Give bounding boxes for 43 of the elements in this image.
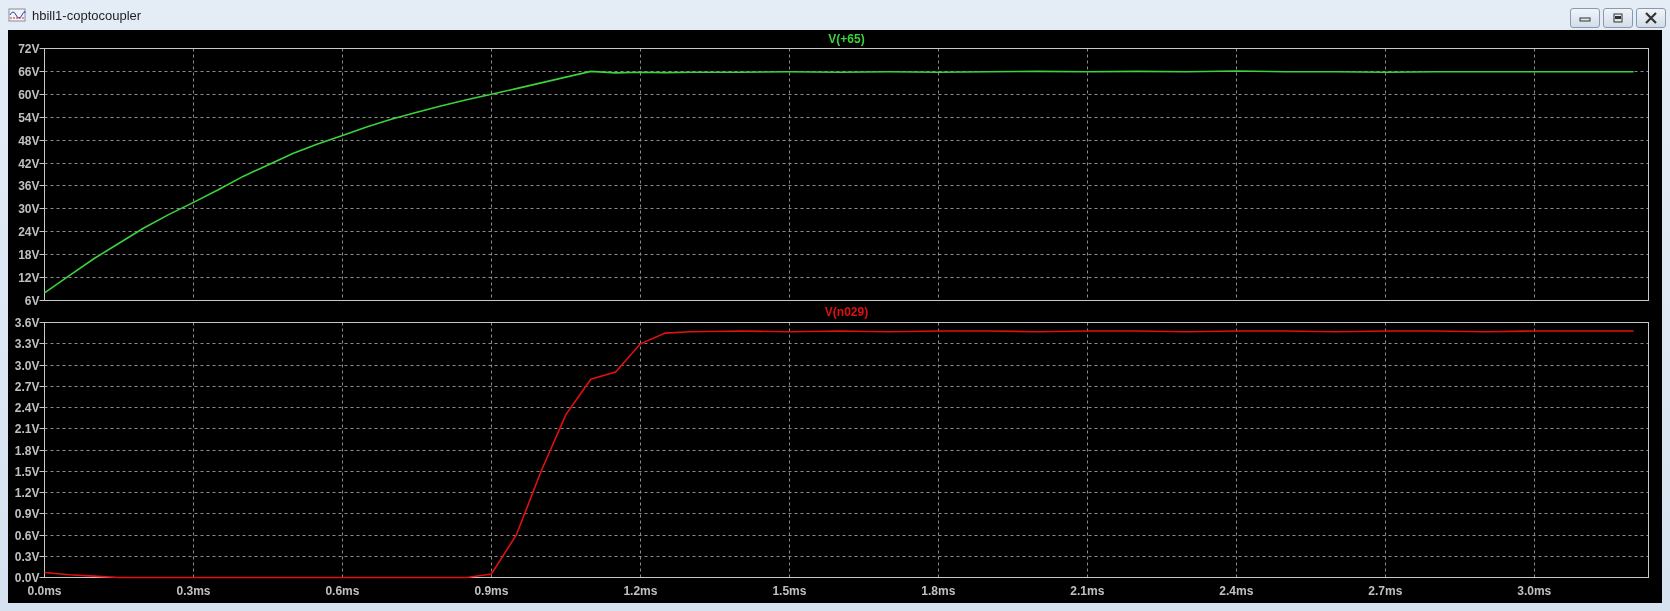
x-tick-label: 1.5ms	[772, 584, 807, 598]
y-tick-label: 30V	[18, 202, 40, 216]
x-tick-label: 1.2ms	[623, 584, 658, 598]
y-tick-label: 2.1V	[14, 422, 40, 436]
trace-label: V(n029)	[824, 306, 869, 319]
x-tick-label: 2.4ms	[1219, 584, 1254, 598]
x-tick-label: 0.0ms	[27, 584, 62, 598]
x-tick-label: 2.1ms	[1070, 584, 1105, 598]
y-tick-label: 48V	[18, 134, 40, 148]
x-tick-label: 1.8ms	[921, 584, 956, 598]
close-icon	[1642, 11, 1660, 25]
y-tick-label: 2.4V	[14, 401, 40, 415]
y-tick-label: 3.6V	[14, 316, 40, 330]
y-tick-label: 0.0V	[14, 571, 40, 585]
x-tick-label: 3.0ms	[1517, 584, 1552, 598]
y-tick-label: 2.7V	[14, 380, 40, 394]
y-tick-label: 42V	[18, 157, 40, 171]
y-tick-label: 6V	[24, 294, 40, 306]
y-tick-label: 54V	[18, 111, 40, 125]
y-tick-label: 36V	[18, 179, 40, 193]
y-tick-label: 0.9V	[14, 507, 40, 521]
trace-label: V(+65)	[828, 32, 865, 46]
y-tick-label: 3.0V	[14, 359, 40, 373]
x-tick-label: 2.7ms	[1368, 584, 1403, 598]
y-tick-label: 60V	[18, 88, 40, 102]
y-tick-label: 24V	[18, 225, 40, 239]
y-tick-label: 3.3V	[14, 337, 40, 351]
y-tick-label: 72V	[18, 42, 40, 56]
x-tick-label: 0.6ms	[325, 584, 360, 598]
maximize-button[interactable]	[1603, 8, 1633, 28]
window-title: hbill1-coptocoupler	[32, 7, 143, 23]
y-tick-label: 66V	[18, 65, 40, 79]
x-tick-label: 0.9ms	[474, 584, 509, 598]
y-tick-label: 1.8V	[14, 444, 40, 458]
y-tick-label: 0.3V	[14, 550, 40, 564]
y-tick-label: 0.6V	[14, 529, 40, 543]
close-button[interactable]	[1636, 8, 1666, 28]
y-tick-label: 18V	[18, 248, 40, 262]
waveform-icon	[8, 7, 26, 23]
y-tick-label: 1.5V	[14, 465, 40, 479]
y-tick-label: 1.2V	[14, 486, 40, 500]
x-tick-label: 0.3ms	[176, 584, 211, 598]
y-tick-label: 12V	[18, 271, 40, 285]
